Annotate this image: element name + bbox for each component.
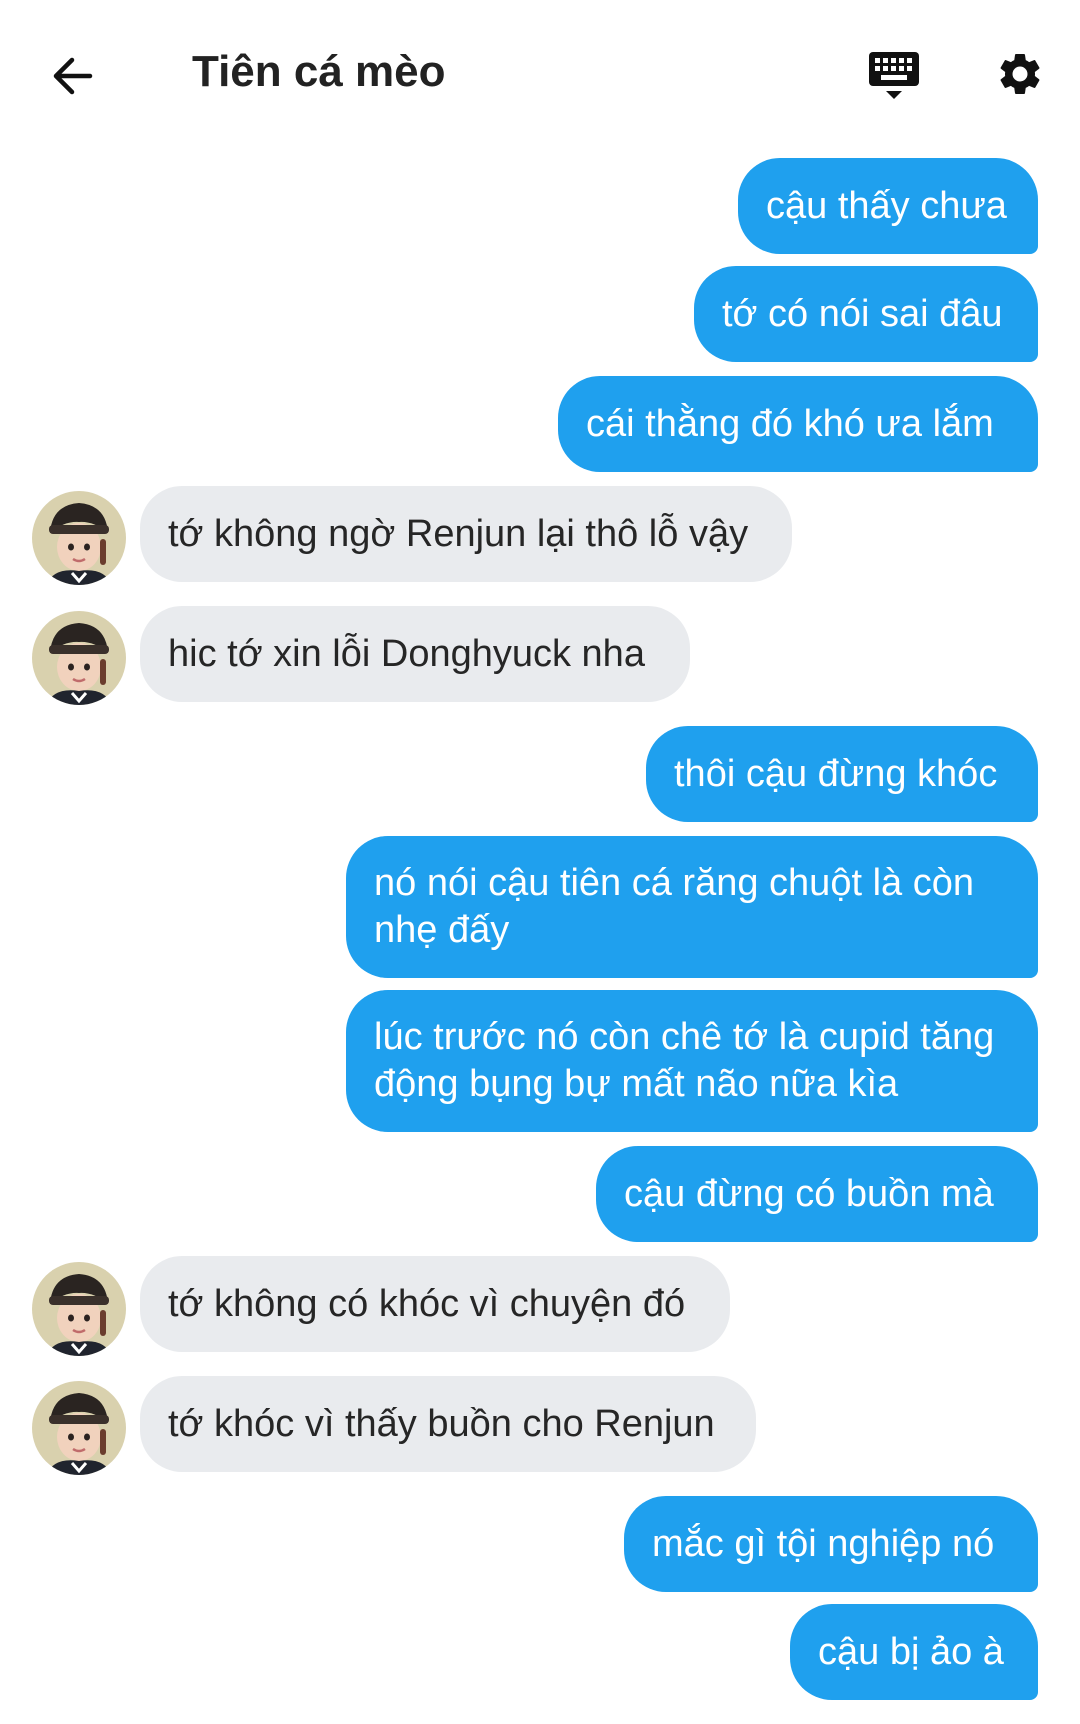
incoming-message[interactable]: hic tớ xin lỗi Donghyuck nha [140,606,690,702]
incoming-message[interactable]: tớ không có khóc vì chuyện đó [140,1256,730,1352]
avatar[interactable] [32,611,126,705]
back-button[interactable] [40,44,104,108]
avatar-image [32,491,126,585]
outgoing-message[interactable]: mắc gì tội nghiệp nó [624,1496,1038,1592]
outgoing-message[interactable]: tớ có nói sai đâu [694,266,1038,362]
chat-header: Tiên cá mèo [0,0,1080,140]
settings-button[interactable] [988,42,1052,106]
incoming-message[interactable]: tớ không ngờ Renjun lại thô lỗ vậy [140,486,792,582]
outgoing-message[interactable]: cái thằng đó khó ưa lắm [558,376,1038,472]
avatar-image [32,611,126,705]
arrow-left-icon [53,57,93,95]
outgoing-message[interactable]: lúc trước nó còn chê tớ là cupid tăng độ… [346,990,1038,1132]
keyboard-button[interactable] [862,44,926,108]
avatar-image [32,1262,126,1356]
avatar[interactable] [32,1381,126,1475]
incoming-message[interactable]: tớ khóc vì thấy buồn cho Renjun [140,1376,756,1472]
outgoing-message[interactable]: thôi cậu đừng khóc [646,726,1038,822]
gear-icon [1000,53,1040,94]
outgoing-message[interactable]: cậu bị ảo à [790,1604,1038,1700]
chat-title: Tiên cá mèo [192,47,446,96]
outgoing-message[interactable]: nó nói cậu tiên cá răng chuột là còn nhẹ… [346,836,1038,978]
keyboard-icon [869,52,919,99]
avatar[interactable] [32,1262,126,1356]
outgoing-message[interactable]: cậu thấy chưa [738,158,1038,254]
outgoing-message[interactable]: cậu đừng có buồn mà [596,1146,1038,1242]
avatar-image [32,1381,126,1475]
avatar[interactable] [32,491,126,585]
